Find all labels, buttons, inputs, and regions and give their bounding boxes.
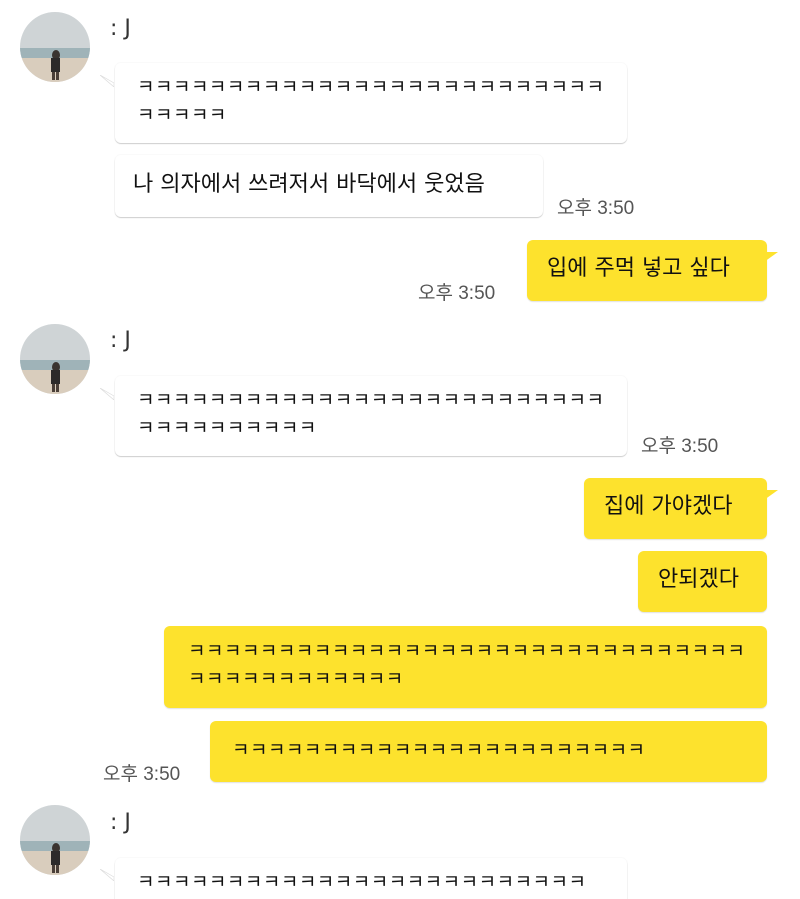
sender-avatar[interactable] bbox=[20, 12, 90, 82]
message-text: ㅋㅋㅋㅋㅋㅋㅋㅋㅋㅋㅋㅋㅋㅋㅋㅋㅋㅋㅋㅋㅋㅋㅋㅋㅋㅋㅋㅋㅋㅋㅋㅋㅋㅋㅋㅋㅋㅋㅋㅋ… bbox=[188, 640, 746, 690]
beach-photo-avatar-icon bbox=[20, 805, 90, 875]
outgoing-message[interactable]: ㅋㅋㅋㅋㅋㅋㅋㅋㅋㅋㅋㅋㅋㅋㅋㅋㅋㅋㅋㅋㅋㅋㅋㅋㅋㅋㅋㅋㅋㅋㅋㅋㅋㅋㅋㅋㅋㅋㅋㅋ… bbox=[164, 626, 767, 708]
sender-avatar[interactable] bbox=[20, 805, 90, 875]
message-time: 오후 3:50 bbox=[557, 198, 635, 219]
bubble-tail-icon bbox=[100, 388, 114, 400]
incoming-message[interactable]: 나 의자에서 쓰려저서 바닥에서 웃었음 bbox=[115, 155, 543, 217]
outgoing-message[interactable]: 집에 가야겠다 bbox=[584, 478, 767, 539]
incoming-message[interactable]: ㅋㅋㅋㅋㅋㅋㅋㅋㅋㅋㅋㅋㅋㅋㅋㅋㅋㅋㅋㅋㅋㅋㅋㅋㅋㅋㅋㅋㅋㅋㅋㅋㅋㅋㅋㅋ bbox=[115, 376, 627, 456]
outgoing-message[interactable]: 입에 주먹 넣고 싶다 bbox=[527, 240, 767, 301]
incoming-message[interactable]: ㅋㅋㅋㅋㅋㅋㅋㅋㅋㅋㅋㅋㅋㅋㅋㅋㅋㅋㅋㅋㅋㅋㅋㅋㅋ bbox=[115, 858, 627, 899]
message-text: 집에 가야겠다 bbox=[604, 494, 733, 519]
bubble-tail-icon bbox=[764, 490, 778, 500]
sender-name: : J bbox=[110, 810, 131, 835]
bubble-tail-icon bbox=[764, 252, 778, 262]
message-text: ㅋㅋㅋㅋㅋㅋㅋㅋㅋㅋㅋㅋㅋㅋㅋㅋㅋㅋㅋㅋㅋㅋㅋㅋㅋ bbox=[137, 871, 587, 893]
sender-avatar[interactable] bbox=[20, 324, 90, 394]
message-time: 오후 3:50 bbox=[103, 764, 181, 785]
bubble-tail-icon bbox=[100, 75, 114, 87]
message-text: ㅋㅋㅋㅋㅋㅋㅋㅋㅋㅋㅋㅋㅋㅋㅋㅋㅋㅋㅋㅋㅋㅋㅋㅋㅋㅋㅋㅋㅋㅋㅋ bbox=[137, 76, 605, 126]
message-text: 나 의자에서 쓰려저서 바닥에서 웃었음 bbox=[133, 172, 485, 197]
message-text: 입에 주먹 넣고 싶다 bbox=[547, 256, 730, 281]
outgoing-message[interactable]: ㅋㅋㅋㅋㅋㅋㅋㅋㅋㅋㅋㅋㅋㅋㅋㅋㅋㅋㅋㅋㅋㅋㅋ bbox=[210, 721, 767, 782]
chat-view: : J ㅋㅋㅋㅋㅋㅋㅋㅋㅋㅋㅋㅋㅋㅋㅋㅋㅋㅋㅋㅋㅋㅋㅋㅋㅋㅋㅋㅋㅋㅋㅋ 나 의자… bbox=[0, 0, 800, 899]
beach-photo-avatar-icon bbox=[20, 324, 90, 394]
incoming-message[interactable]: ㅋㅋㅋㅋㅋㅋㅋㅋㅋㅋㅋㅋㅋㅋㅋㅋㅋㅋㅋㅋㅋㅋㅋㅋㅋㅋㅋㅋㅋㅋㅋ bbox=[115, 63, 627, 143]
message-time: 오후 3:50 bbox=[418, 283, 496, 304]
outgoing-message[interactable]: 안되겠다 bbox=[638, 551, 767, 612]
sender-name: : J bbox=[110, 16, 131, 41]
message-text: ㅋㅋㅋㅋㅋㅋㅋㅋㅋㅋㅋㅋㅋㅋㅋㅋㅋㅋㅋㅋㅋㅋㅋㅋㅋㅋㅋㅋㅋㅋㅋㅋㅋㅋㅋㅋ bbox=[137, 389, 605, 439]
sender-name: : J bbox=[110, 328, 131, 353]
message-text: 안되겠다 bbox=[658, 567, 739, 592]
bubble-tail-icon bbox=[100, 869, 114, 881]
beach-photo-avatar-icon bbox=[20, 12, 90, 82]
message-time: 오후 3:50 bbox=[641, 436, 719, 457]
message-text: ㅋㅋㅋㅋㅋㅋㅋㅋㅋㅋㅋㅋㅋㅋㅋㅋㅋㅋㅋㅋㅋㅋㅋ bbox=[232, 739, 646, 761]
